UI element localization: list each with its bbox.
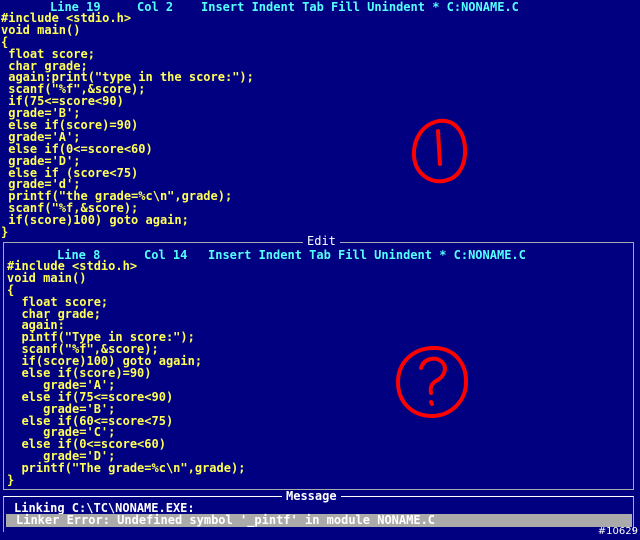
edit-code-line[interactable]: #include <stdio.h> (6, 260, 626, 273)
message-window-title: Message (282, 490, 341, 503)
top-code-line[interactable]: void main() (0, 24, 640, 37)
edit-code-line[interactable]: void main() (6, 272, 626, 285)
top-status-col: Col 2 (137, 0, 174, 14)
top-status-modes: Insert Indent Tab Fill Unindent * C:NONA… (201, 0, 519, 14)
edit-code-editor[interactable]: #include <stdio.h> void main(){ float sco… (6, 260, 626, 487)
top-code-line[interactable]: if(score)100) goto again; (0, 214, 640, 227)
top-code-editor[interactable]: #include <stdio.h> void main(){ float sco… (0, 12, 640, 239)
edit-status-modes: Insert Indent Tab Fill Unindent * C:NONA… (208, 248, 526, 262)
edit-code-line[interactable]: } (6, 474, 626, 487)
turbo-c-editor-screen: Line 19 Col 2 Insert Indent Tab Fill Uni… (0, 0, 640, 540)
top-code-line[interactable]: else if(0<=score<60) (0, 143, 640, 156)
edit-status-col: Col 14 (144, 248, 188, 262)
edit-code-line[interactable]: printf("The grade=%c\n",grade); (6, 462, 626, 475)
edit-code-line[interactable]: char grade; (6, 308, 626, 321)
top-code-line[interactable]: if(75<=score<90) (0, 95, 640, 108)
top-code-line[interactable]: { (0, 36, 640, 49)
watermark: #10629 (597, 526, 638, 537)
top-code-line[interactable]: else if (score<75) (0, 167, 640, 180)
top-code-line[interactable]: float score; (0, 48, 640, 61)
top-code-line[interactable]: else if(score)=90) (0, 119, 640, 132)
top-code-line[interactable]: #include <stdio.h> (0, 12, 640, 25)
edit-window-title: Edit (303, 235, 340, 248)
message-error-line[interactable]: Linker Error: Undefined symbol '_pintf' … (6, 514, 632, 527)
